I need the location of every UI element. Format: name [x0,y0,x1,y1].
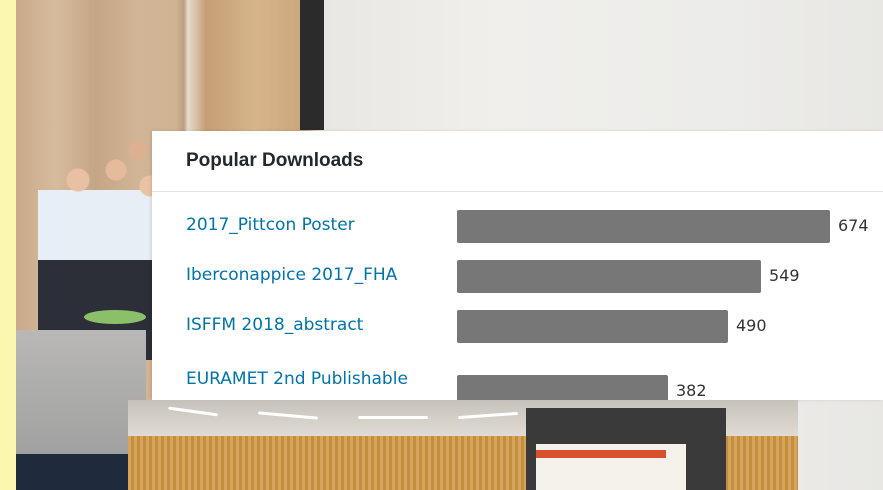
bottom-left-dark-area [16,454,128,490]
download-count-bar [457,210,830,243]
download-count-bar [457,375,668,400]
download-count: 490 [736,316,767,335]
widget-header: Popular Downloads [152,131,883,192]
download-row: 2017_Pittcon Poster 674 [152,210,883,244]
widget-title: Popular Downloads [186,150,364,171]
download-count: 382 [676,381,707,400]
round-table [32,346,112,386]
download-row: EURAMET 2nd Publishable 382 [152,364,883,400]
auditorium-photo [128,400,798,490]
projection-slide-header [536,450,666,458]
popular-downloads-widget: Popular Downloads 2017_Pittcon Poster 674… [152,131,883,400]
download-link[interactable]: ISFFM 2018_abstract [186,314,456,336]
download-count-bar [457,310,728,343]
download-count-bar [457,260,761,293]
download-count: 674 [838,216,869,235]
download-link[interactable]: EURAMET 2nd Publishable [186,368,456,390]
download-count: 549 [769,266,800,285]
ceiling-beam [300,0,324,130]
download-link[interactable]: 2017_Pittcon Poster [186,214,456,236]
download-row: ISFFM 2018_abstract 490 [152,310,883,344]
download-link[interactable]: Iberconappice 2017_FHA [186,264,456,286]
page-left-strip [0,0,16,490]
ceiling-light [358,416,428,419]
green-stool [84,310,146,324]
download-row: Iberconappice 2017_FHA 549 [152,260,883,294]
